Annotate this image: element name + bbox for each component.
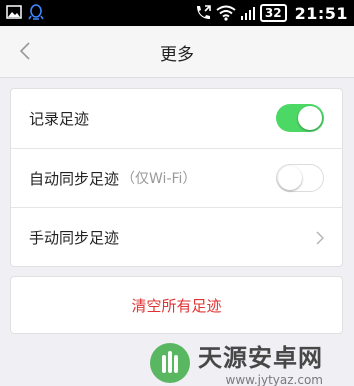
setting-row-auto-sync: 自动同步足迹 （仅Wi-Fi） [11, 148, 342, 207]
toggle-knob [298, 106, 322, 130]
status-right: 32 21:51 [194, 3, 348, 23]
qq-icon [28, 4, 46, 22]
watermark-title: 天源安卓网 [198, 344, 323, 372]
status-time: 21:51 [294, 3, 348, 23]
auto-sync-toggle[interactable] [276, 164, 324, 192]
status-bar: 32 21:51 [0, 0, 354, 26]
android-logo-icon [150, 342, 190, 383]
toggle-knob [278, 166, 302, 190]
wifi-icon [216, 5, 236, 21]
setting-row-manual-sync[interactable]: 手动同步足迹 [11, 207, 342, 266]
setting-row-record-footprints: 记录足迹 [11, 89, 342, 148]
setting-label: 手动同步足迹 [29, 228, 120, 247]
watermark-url: www.jytyaz.com [225, 373, 324, 386]
status-left [6, 4, 46, 22]
chevron-right-icon [316, 230, 325, 249]
header-bar: 更多 [0, 26, 354, 78]
clear-all-footprints-button[interactable]: 清空所有足迹 [10, 276, 343, 334]
record-footprints-toggle[interactable] [276, 104, 324, 132]
setting-hint: （仅Wi-Fi） [121, 171, 197, 187]
call-forward-icon [194, 4, 212, 22]
settings-card: 记录足迹 自动同步足迹 （仅Wi-Fi） 手动同步足迹 [10, 88, 343, 267]
clear-all-label: 清空所有足迹 [131, 296, 222, 315]
signal-icon [240, 5, 256, 21]
image-notification-icon [6, 4, 24, 22]
setting-label: 记录足迹 [29, 110, 90, 128]
site-watermark: 天源安卓网 www.jytyaz.com [148, 338, 323, 386]
battery-icon: 32 [259, 4, 287, 22]
page-title: 更多 [160, 45, 194, 65]
setting-label: 自动同步足迹 [29, 169, 120, 188]
